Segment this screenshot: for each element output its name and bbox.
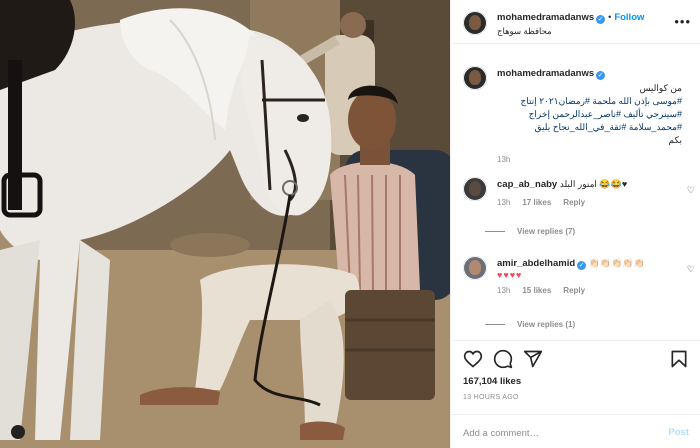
comment-item: cap_ab_naby امنور البلد 😂😂♥ 13h 17 likes R… (463, 177, 695, 217)
comment-icon[interactable] (493, 349, 513, 369)
post-comment-button[interactable]: Post (668, 427, 689, 438)
likes-count[interactable]: 167,104 likes (463, 376, 521, 387)
follow-button[interactable]: Follow (614, 12, 644, 23)
heart-icon[interactable] (463, 349, 483, 369)
add-comment-bar: Post (451, 414, 700, 448)
post-side-panel: mohamedramadanws ✓ • Follow محافظة سوهاج ••… (450, 0, 700, 448)
verified-badge-icon: ✓ (596, 15, 606, 24)
comment-text: امنور البلد 😂😂♥ (559, 179, 628, 189)
view-replies-label: View replies (1) (517, 320, 576, 329)
caption-text: من كواليس #موسى بإذن الله ملحمة #رمضان٢٠… (497, 82, 682, 147)
share-icon[interactable] (523, 349, 543, 369)
caption-avatar[interactable] (463, 66, 487, 90)
post-photo[interactable] (0, 0, 450, 448)
caption-line3[interactable]: #محمد_سلامة #ثقة_في_الله_نجاح يليق (497, 121, 682, 134)
post-header: mohamedramadanws ✓ • Follow محافظة سوهاج ••… (451, 0, 700, 44)
comment-avatar[interactable] (463, 177, 487, 201)
view-replies-label: View replies (7) (517, 227, 576, 236)
view-replies-button[interactable]: View replies (7) (485, 227, 575, 236)
caption-meta: 13h (497, 155, 682, 164)
comment-likes[interactable]: 17 likes (522, 198, 551, 207)
reply-button[interactable]: Reply (563, 286, 585, 295)
header-user-row: mohamedramadanws ✓ • Follow (497, 12, 644, 24)
caption-line4: بكم (668, 135, 682, 145)
comment-username[interactable]: cap_ab_naby (497, 179, 557, 190)
caption-line2[interactable]: #سينرجي تأليف #ناصر_عبدالرحمن إخراج (497, 108, 682, 121)
comment-input[interactable] (463, 425, 653, 441)
bookmark-icon[interactable] (669, 349, 689, 369)
caption-username[interactable]: mohamedramadanws (497, 68, 594, 79)
comment-text: 👏🏻👏🏻👏🏻👏🏻👏🏻 (588, 258, 645, 268)
caption-time[interactable]: 13h (497, 155, 510, 164)
caption-line1-tags[interactable]: #موسى بإذن الله ملحمة #رمضان٢٠٢١ إنتاج (497, 95, 682, 108)
verified-badge-icon: ✓ (596, 71, 606, 80)
separator-dot: • (608, 12, 612, 22)
post-photo-illustration (0, 0, 450, 448)
more-options-icon[interactable]: ••• (674, 14, 691, 29)
caption-line1-plain: من كواليس (639, 83, 682, 93)
comment-like-heart-icon[interactable]: ♡ (687, 264, 695, 275)
comment-time[interactable]: 13h (497, 198, 510, 207)
comment-likes[interactable]: 15 likes (522, 286, 551, 295)
reply-button[interactable]: Reply (563, 198, 585, 207)
comment-avatar[interactable] (463, 256, 487, 280)
comment-username[interactable]: amir_abdelhamid (497, 258, 575, 269)
comment-hearts: ♥♥♥♥ (497, 270, 523, 280)
post-location[interactable]: محافظة سوهاج (497, 26, 552, 37)
comment-time[interactable]: 13h (497, 286, 510, 295)
avatar[interactable] (463, 11, 487, 35)
comments-list[interactable]: mohamedramadanws ✓ من كواليس #موسى بإذن ا… (451, 45, 700, 340)
post-author-username[interactable]: mohamedramadanws (497, 12, 594, 23)
comment-meta: 13h 15 likes Reply (497, 286, 682, 295)
comment-meta: 13h 17 likes Reply (497, 198, 682, 207)
caption-block: mohamedramadanws ✓ من كواليس #موسى بإذن ا… (463, 66, 695, 176)
view-replies-button[interactable]: View replies (1) (485, 320, 575, 329)
verified-badge-icon: ✓ (577, 261, 587, 270)
post-actions: 167,104 likes 13 HOURS AGO Post (451, 340, 700, 448)
comment-item: amir_abdelhamid ✓ 👏🏻👏🏻👏🏻👏🏻👏🏻 ♥♥♥♥ 13h 15 l… (463, 256, 695, 306)
comment-like-heart-icon[interactable]: ♡ (687, 185, 695, 196)
post-timestamp[interactable]: 13 HOURS AGO (463, 394, 519, 401)
